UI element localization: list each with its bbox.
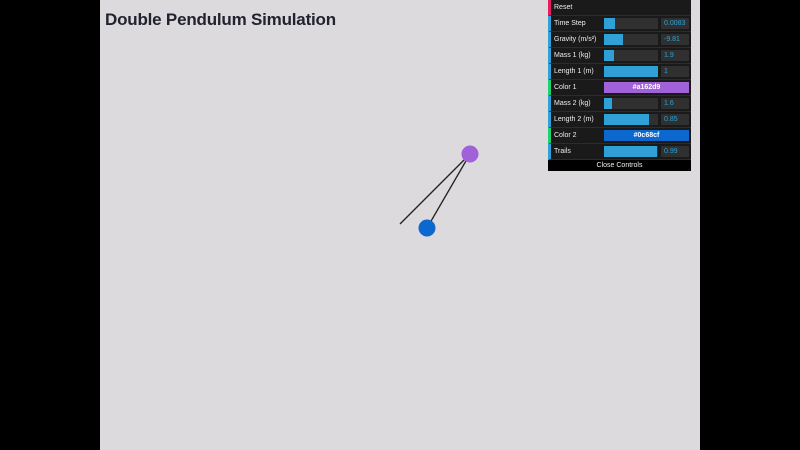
color1-picker[interactable]: #a162d9 [604,82,689,93]
color1-label: Color 1 [554,84,577,91]
mass2-control: Mass 2 (kg) 1.6 [548,96,691,112]
gravity-slider-fill [604,34,623,45]
trails-control: Trails 0.99 [548,144,691,160]
color2-picker[interactable]: #0c68cf [604,130,689,141]
trails-label: Trails [554,148,571,155]
color1-control: Color 1 #a162d9 [548,80,691,96]
reset-label: Reset [554,4,573,11]
length1-slider-fill [604,66,658,77]
time-step-label: Time Step [554,20,586,27]
color2-control: Color 2 #0c68cf [548,128,691,144]
length2-control: Length 2 (m) 0.85 [548,112,691,128]
controls-panel: Reset Time Step 0.0083 Gravity (m/s²) -9… [548,0,691,171]
pendulum-bob-2[interactable] [418,219,436,237]
mass2-input[interactable]: 1.6 [661,98,689,109]
time-step-input[interactable]: 0.0083 [661,18,689,29]
length2-slider[interactable] [604,114,658,125]
close-controls-button[interactable]: Close Controls [548,160,691,171]
length1-control: Length 1 (m) 1 [548,64,691,80]
mass1-slider[interactable] [604,50,658,61]
mass1-label: Mass 1 (kg) [554,52,591,59]
mass1-input[interactable]: 1.9 [661,50,689,61]
length1-slider[interactable] [604,66,658,77]
mass2-slider[interactable] [604,98,658,109]
mass2-label: Mass 2 (kg) [554,100,591,107]
length1-label: Length 1 (m) [554,68,594,75]
time-step-slider-fill [604,18,615,29]
time-step-control: Time Step 0.0083 [548,16,691,32]
trails-slider[interactable] [604,146,658,157]
trails-input[interactable]: 0.99 [661,146,689,157]
gravity-slider[interactable] [604,34,658,45]
time-step-slider[interactable] [604,18,658,29]
trails-slider-fill [604,146,658,157]
reset-button[interactable]: Reset [548,0,691,16]
mass1-control: Mass 1 (kg) 1.9 [548,48,691,64]
length1-input[interactable]: 1 [661,66,689,77]
length2-input[interactable]: 0.85 [661,114,689,125]
length2-slider-fill [604,114,649,125]
gravity-control: Gravity (m/s²) -9.81 [548,32,691,48]
gravity-input[interactable]: -9.81 [661,34,689,45]
color2-label: Color 2 [554,132,577,139]
length2-label: Length 2 (m) [554,116,594,123]
mass1-slider-fill [604,50,614,61]
pendulum-bob-1[interactable] [461,145,479,163]
gravity-label: Gravity (m/s²) [554,36,597,43]
mass2-slider-fill [604,98,613,109]
